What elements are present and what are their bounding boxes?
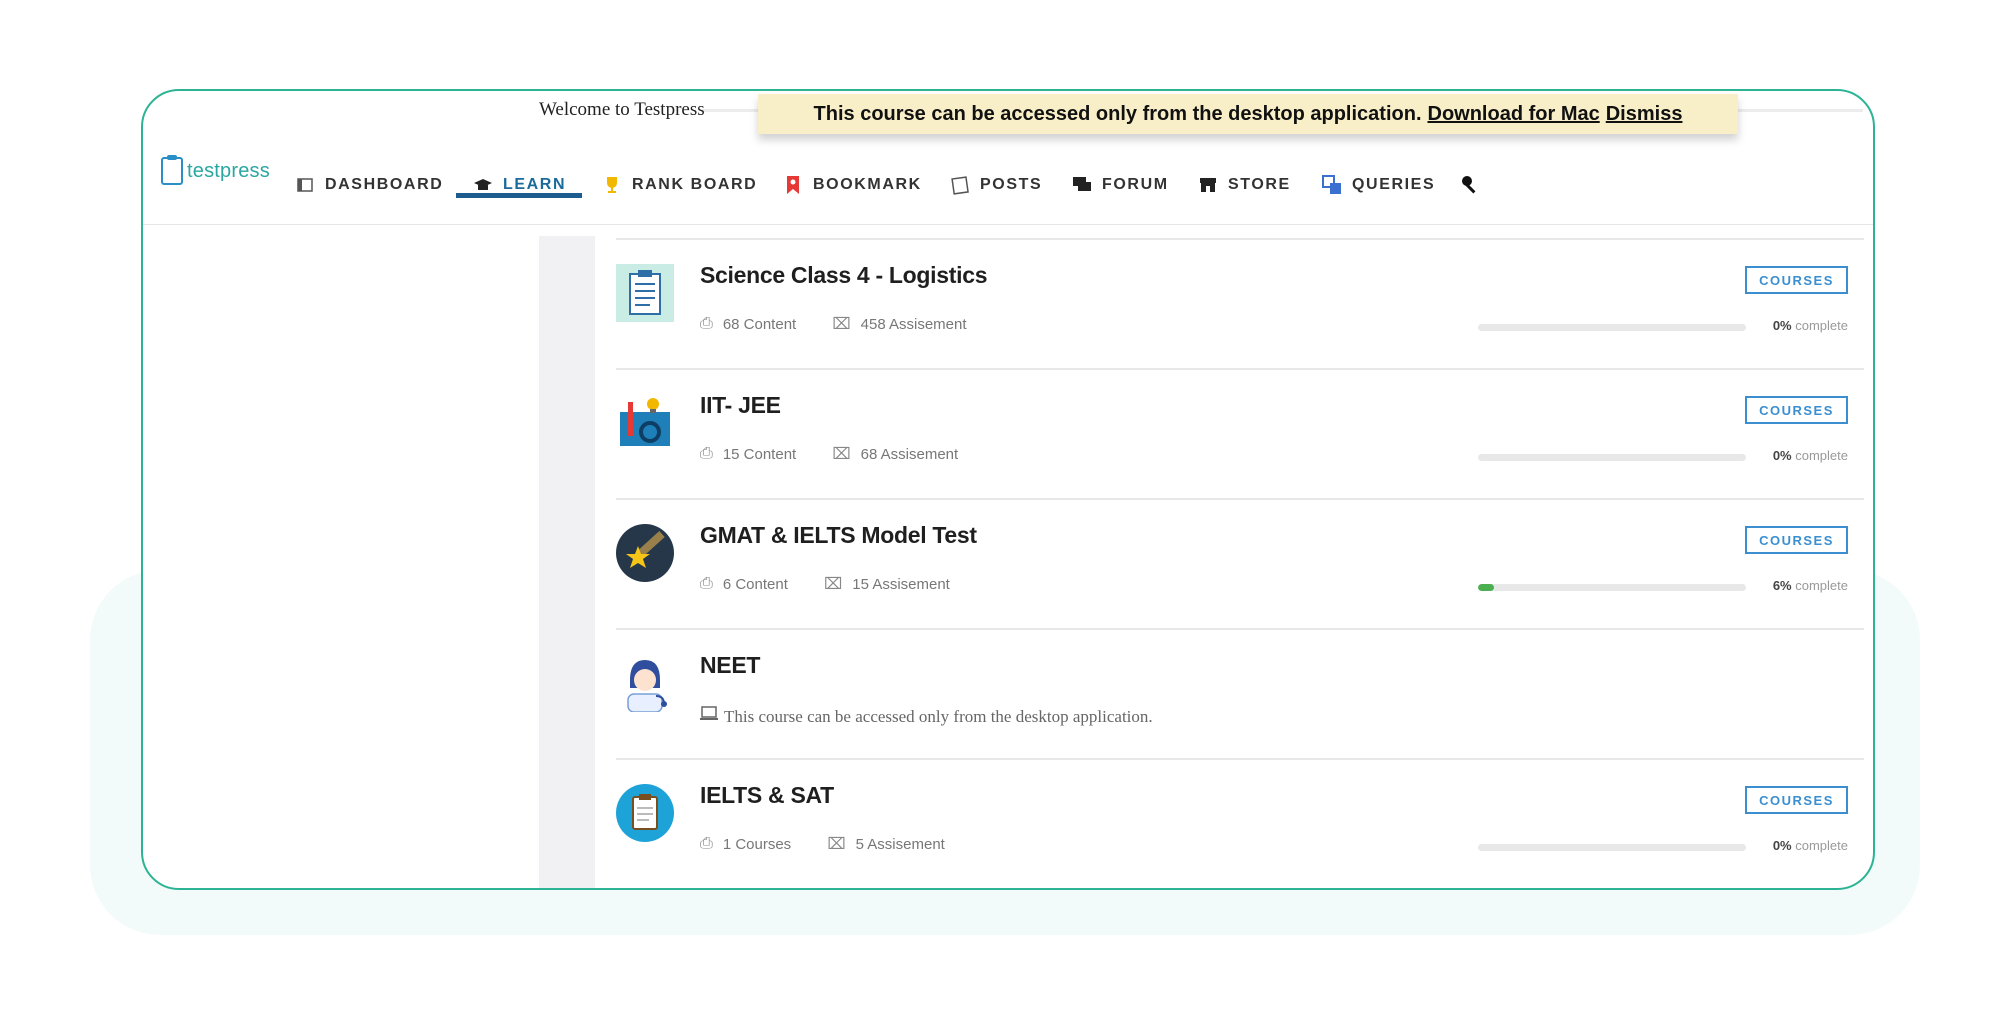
course-list: Science Class 4 - Logistics ⎙ 68 Content …	[616, 238, 1864, 888]
clipboard-circle-thumbnail-icon	[616, 784, 674, 842]
store-icon	[1198, 175, 1218, 195]
laptop-icon	[700, 706, 718, 727]
progress-bar	[1478, 324, 1746, 331]
nav-label: BOOKMARK	[813, 176, 922, 193]
nav-label: LEARN	[503, 176, 567, 193]
progress-fill	[1478, 584, 1495, 591]
welcome-text: Welcome to Testpress	[539, 99, 705, 120]
nav-label: QUERIES	[1352, 176, 1436, 193]
progress-percent: 6%	[1772, 578, 1792, 593]
progress-label: complete	[1795, 838, 1848, 853]
nav-dashboard[interactable]: DASHBOARD	[295, 167, 443, 203]
course-title[interactable]: Science Class 4 - Logistics	[700, 262, 988, 289]
clipboard-logo-icon	[161, 155, 183, 185]
assessment-count: 458 Assisement	[860, 315, 967, 333]
course-meta: ⎙ 6 Content ⌧ 15 Assisement	[700, 574, 950, 594]
course-title[interactable]: IELTS & SAT	[700, 782, 834, 809]
assessment-count: 15 Assisement	[852, 575, 950, 593]
course-row[interactable]: IELTS & SAT ⎙ 1 Courses ⌧ 5 Assisement COU…	[616, 758, 1864, 888]
assessment-icon: ⌧	[832, 316, 851, 333]
content-count: 6 Content	[722, 575, 788, 593]
nav-label: RANK BOARD	[632, 176, 758, 193]
key-icon	[1461, 175, 1481, 195]
content-count: 15 Content	[722, 445, 797, 463]
nav-label: STORE	[1228, 176, 1291, 193]
logo-text: testpress	[187, 159, 270, 182]
courses-badge[interactable]: COURSES	[1745, 786, 1848, 814]
bookmark-icon	[783, 175, 803, 195]
assessment-icon: ⌧	[827, 836, 846, 853]
app-window: Welcome to Testpress This course can be …	[141, 89, 1875, 890]
nav-queries[interactable]: QUERIES	[1322, 167, 1435, 203]
shooting-star-thumbnail-icon	[616, 524, 674, 582]
banner-message: This course can be accessed only from th…	[813, 102, 1422, 125]
course-row[interactable]: NEET This course can be accessed only fr…	[616, 628, 1864, 758]
course-row[interactable]: Science Class 4 - Logistics ⎙ 68 Content …	[616, 238, 1864, 368]
nav-label: DASHBOARD	[325, 176, 444, 193]
content-icon: ⎙	[700, 445, 713, 462]
active-tab-indicator	[456, 193, 582, 198]
assessment-count: 5 Assisement	[855, 835, 945, 853]
courses-badge[interactable]: COURSES	[1745, 396, 1848, 424]
course-row[interactable]: GMAT & IELTS Model Test ⎙ 6 Content ⌧ 15 A…	[616, 498, 1864, 628]
desktop-only-note: This course can be accessed only from th…	[700, 706, 1153, 727]
nav-label: POSTS	[980, 176, 1043, 193]
assessment-icon: ⌧	[832, 446, 851, 463]
progress-bar	[1478, 844, 1746, 851]
dismiss-link[interactable]: Dismiss	[1606, 103, 1683, 126]
navbar: testpress DASHBOARD LEARN RANK BOARD BOO…	[143, 143, 1873, 225]
course-title[interactable]: NEET	[700, 652, 760, 679]
progress-text: 0% complete	[1773, 838, 1848, 853]
dashboard-icon	[295, 175, 315, 195]
nav-rank-board[interactable]: RANK BOARD	[602, 167, 757, 203]
posts-icon	[950, 175, 970, 195]
clipboard-thumbnail-icon	[616, 264, 674, 322]
nav-bookmark[interactable]: BOOKMARK	[783, 167, 922, 203]
progress-bar	[1478, 584, 1746, 591]
progress-text: 0% complete	[1773, 448, 1848, 463]
progress-label: complete	[1795, 448, 1848, 463]
course-title[interactable]: IIT- JEE	[700, 392, 781, 419]
course-meta: ⎙ 15 Content ⌧ 68 Assisement	[700, 444, 958, 464]
progress-percent: 0%	[1772, 838, 1792, 853]
nav-posts[interactable]: POSTS	[950, 167, 1042, 203]
courses-badge[interactable]: COURSES	[1745, 266, 1848, 294]
nav-key[interactable]	[1461, 167, 1481, 203]
progress-bar	[1478, 454, 1746, 461]
progress-percent: 0%	[1772, 448, 1792, 463]
progress-label: complete	[1795, 318, 1848, 333]
progress-text: 6% complete	[1773, 578, 1848, 593]
content-count: 1 Courses	[722, 835, 792, 853]
nav-label: FORUM	[1102, 176, 1169, 193]
course-meta: ⎙ 1 Courses ⌧ 5 Assisement	[700, 834, 945, 854]
desktop-only-banner: This course can be accessed only from th…	[758, 94, 1738, 134]
progress-text: 0% complete	[1773, 318, 1848, 333]
doctor-thumbnail-icon	[616, 654, 674, 713]
assessment-icon: ⌧	[823, 576, 843, 593]
queries-icon	[1322, 175, 1342, 195]
nav-store[interactable]: STORE	[1198, 167, 1291, 203]
courses-badge[interactable]: COURSES	[1745, 526, 1848, 554]
desktop-note-text: This course can be accessed only from th…	[724, 706, 1153, 726]
forum-icon	[1072, 175, 1092, 195]
course-row[interactable]: IIT- JEE ⎙ 15 Content ⌧ 68 Assisement COUR…	[616, 368, 1864, 498]
course-title[interactable]: GMAT & IELTS Model Test	[700, 522, 977, 549]
content-icon: ⎙	[700, 315, 713, 332]
assessment-count: 68 Assisement	[860, 445, 959, 463]
engineering-thumbnail-icon	[616, 394, 674, 452]
graduation-cap-icon	[473, 175, 493, 195]
content-count: 68 Content	[722, 315, 797, 333]
progress-label: complete	[1795, 578, 1848, 593]
testpress-logo[interactable]: testpress	[161, 155, 270, 185]
content-icon: ⎙	[700, 575, 713, 592]
progress-percent: 0%	[1772, 318, 1792, 333]
nav-forum[interactable]: FORUM	[1072, 167, 1169, 203]
sidebar-gutter	[539, 236, 595, 888]
course-meta: ⎙ 68 Content ⌧ 458 Assisement	[700, 314, 967, 334]
content-icon: ⎙	[700, 835, 713, 852]
download-for-mac-link[interactable]: Download for Mac	[1428, 103, 1600, 126]
trophy-icon	[602, 175, 622, 195]
